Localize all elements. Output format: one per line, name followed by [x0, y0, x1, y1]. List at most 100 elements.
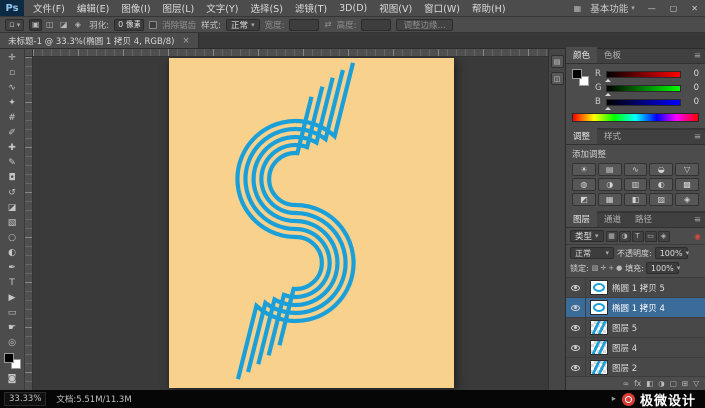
- vertical-ruler[interactable]: [25, 57, 33, 390]
- intersect-selection-icon[interactable]: ◈: [71, 19, 84, 31]
- canvas-area[interactable]: [25, 49, 548, 390]
- clone-stamp-tool-icon[interactable]: ◘: [1, 170, 23, 185]
- layer-row[interactable]: 图层 4: [566, 338, 705, 358]
- menu-item[interactable]: 图层(L): [157, 1, 201, 15]
- height-input[interactable]: [361, 18, 392, 31]
- width-input[interactable]: [289, 18, 320, 31]
- panel-foreground-swatch[interactable]: [572, 69, 582, 79]
- ruler-origin-corner[interactable]: [25, 49, 33, 57]
- restore-button[interactable]: ▢: [663, 4, 685, 13]
- channel-mixer-icon[interactable]: ▩: [675, 178, 699, 191]
- layer-row[interactable]: 椭圆 1 拷贝 4: [566, 298, 705, 318]
- horizontal-ruler[interactable]: [33, 49, 548, 57]
- layer-visibility-toggle[interactable]: [566, 278, 586, 297]
- workspace-grid-icon[interactable]: ▦: [571, 4, 585, 13]
- swap-dimensions-icon[interactable]: ⇄: [324, 20, 331, 30]
- layer-filter-kind-select[interactable]: 类型 ▾: [570, 230, 604, 242]
- crop-tool-icon[interactable]: #: [1, 110, 23, 125]
- layer-visibility-toggle[interactable]: [566, 318, 586, 337]
- healing-brush-tool-icon[interactable]: ✚: [1, 140, 23, 155]
- canvas-document[interactable]: [169, 58, 454, 388]
- brightness-contrast-icon[interactable]: ☀: [572, 163, 596, 176]
- filter-shape-layers-icon[interactable]: ▭: [644, 230, 657, 242]
- menu-item[interactable]: 编辑(E): [71, 1, 115, 15]
- quick-selection-tool-icon[interactable]: ✦: [1, 95, 23, 110]
- gradient-tool-icon[interactable]: ▧: [1, 215, 23, 230]
- link-layers-icon[interactable]: ∞: [623, 379, 629, 388]
- delete-layer-icon[interactable]: ▽: [693, 379, 699, 388]
- menu-item[interactable]: 3D(D): [333, 3, 373, 14]
- panel-menu-icon[interactable]: ≡: [690, 215, 705, 227]
- lock-position-icon[interactable]: +: [607, 264, 615, 272]
- layer-row[interactable]: 图层 2: [566, 358, 705, 376]
- layer-row[interactable]: 椭圆 1 拷贝 5: [566, 278, 705, 298]
- menu-item[interactable]: 视图(V): [373, 1, 418, 15]
- quick-mask-mode-icon[interactable]: ◙: [1, 371, 23, 386]
- gradient-map-icon[interactable]: ▨: [649, 193, 674, 206]
- invert-icon[interactable]: ◩: [572, 193, 596, 206]
- opacity-select[interactable]: 100% ▾: [654, 247, 689, 259]
- channel-slider[interactable]: [605, 84, 681, 96]
- zoom-tool-icon[interactable]: ◎: [1, 335, 23, 350]
- history-brush-tool-icon[interactable]: ↺: [1, 185, 23, 200]
- status-expand-icon[interactable]: ▸: [612, 394, 616, 404]
- new-selection-icon[interactable]: ▣: [29, 18, 43, 31]
- dodge-tool-icon[interactable]: ◐: [1, 245, 23, 260]
- menu-item[interactable]: 选择(S): [244, 1, 288, 15]
- selective-color-icon[interactable]: ◈: [675, 193, 699, 206]
- lock-transparent-pixels-icon[interactable]: ▧: [591, 264, 600, 272]
- layer-visibility-toggle[interactable]: [566, 298, 586, 317]
- foreground-swatch[interactable]: [3, 353, 14, 363]
- black-white-icon[interactable]: ▥: [623, 178, 648, 191]
- style-select[interactable]: 正常 ▾: [226, 18, 260, 31]
- eyedropper-tool-icon[interactable]: ✐: [1, 125, 23, 140]
- photo-filter-icon[interactable]: ◐: [649, 178, 674, 191]
- workspace-switcher[interactable]: 基本功能 ▾: [584, 0, 641, 16]
- filter-adjustment-layers-icon[interactable]: ◑: [618, 230, 631, 242]
- hand-tool-icon[interactable]: ☛: [1, 320, 23, 335]
- hue-saturation-icon[interactable]: ◍: [572, 178, 596, 191]
- panel-tab[interactable]: 图层: [566, 211, 598, 227]
- panel-tab[interactable]: 通道: [597, 211, 628, 227]
- close-button[interactable]: ✕: [684, 4, 705, 13]
- path-selection-tool-icon[interactable]: ▶: [1, 290, 23, 305]
- document-tab[interactable]: 未标题-1 @ 33.3%(椭圆 1 拷贝 4, RGB/8) ×: [0, 33, 199, 48]
- layer-row[interactable]: 图层 5: [566, 318, 705, 338]
- panel-tab[interactable]: 颜色: [566, 47, 598, 63]
- panel-tab[interactable]: 路径: [628, 211, 659, 227]
- color-spectrum-ramp[interactable]: [572, 113, 699, 122]
- add-to-selection-icon[interactable]: ◫: [43, 19, 56, 31]
- menu-item[interactable]: 文字(Y): [200, 1, 244, 15]
- curves-icon[interactable]: ∿: [623, 163, 648, 176]
- new-adjustment-layer-icon[interactable]: ◑: [658, 379, 665, 388]
- blend-mode-select[interactable]: 正常 ▾: [570, 247, 614, 259]
- shape-tool-icon[interactable]: ▭: [1, 305, 23, 320]
- blur-tool-icon[interactable]: ○: [1, 230, 23, 245]
- feather-input[interactable]: [114, 18, 145, 31]
- add-layer-mask-icon[interactable]: ◧: [646, 379, 653, 388]
- channel-slider[interactable]: [605, 98, 681, 110]
- menu-item[interactable]: 图像(I): [115, 1, 156, 15]
- lock-all-icon[interactable]: ●: [615, 264, 623, 272]
- refine-edge-button[interactable]: 调整边缘…: [396, 18, 453, 31]
- layer-visibility-toggle[interactable]: [566, 338, 586, 357]
- filter-pixel-layers-icon[interactable]: ▦: [605, 230, 618, 242]
- tool-preset-picker[interactable]: ▫ ▾: [5, 18, 25, 31]
- panel-menu-icon[interactable]: ≡: [690, 132, 705, 144]
- vibrance-icon[interactable]: ▽: [675, 163, 699, 176]
- posterize-icon[interactable]: ▦: [597, 193, 622, 206]
- history-panel-icon[interactable]: ▤: [550, 55, 564, 68]
- new-group-icon[interactable]: ▢: [670, 379, 677, 388]
- close-tab-icon[interactable]: ×: [182, 36, 189, 46]
- color-balance-icon[interactable]: ◑: [597, 178, 622, 191]
- channel-slider[interactable]: [605, 70, 681, 82]
- layer-style-icon[interactable]: fx: [634, 379, 641, 388]
- levels-icon[interactable]: ▤: [597, 163, 622, 176]
- menu-item[interactable]: 滤镜(T): [289, 1, 333, 15]
- panel-tab[interactable]: 样式: [597, 128, 628, 144]
- lock-image-pixels-icon[interactable]: ✛: [599, 264, 607, 272]
- brush-tool-icon[interactable]: ✎: [1, 155, 23, 170]
- zoom-level-field[interactable]: 33.33%: [4, 392, 47, 406]
- filter-type-layers-icon[interactable]: T: [631, 230, 644, 242]
- exposure-icon[interactable]: ◒: [649, 163, 674, 176]
